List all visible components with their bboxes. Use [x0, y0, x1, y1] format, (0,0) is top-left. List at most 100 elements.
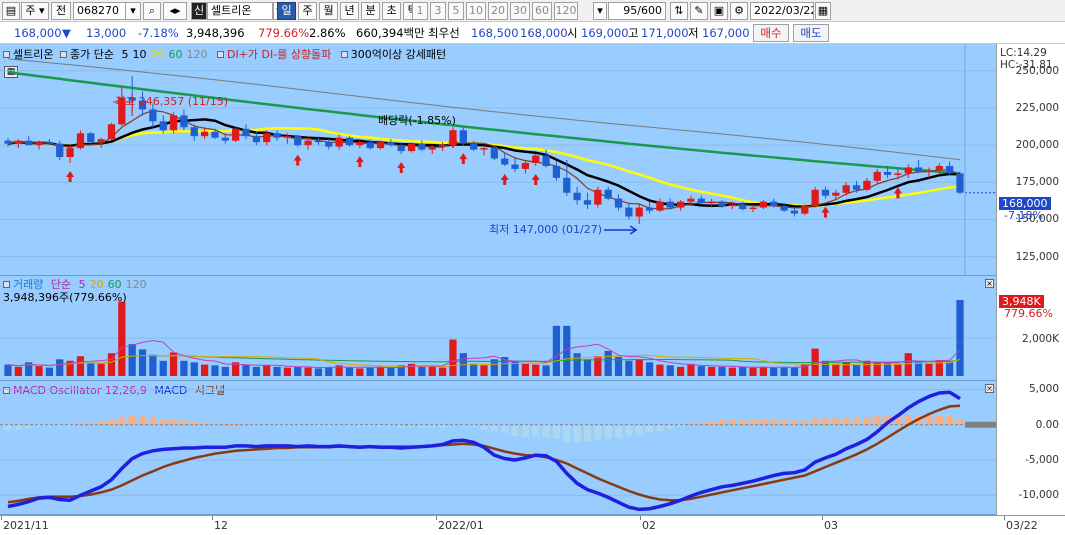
macd-y-tick: -10,000 — [1018, 489, 1059, 502]
volume-bar — [604, 350, 612, 376]
draw-icon[interactable]: ✎ — [690, 2, 708, 20]
candle-body — [169, 115, 178, 131]
price-y-tick: 250,000 — [1015, 64, 1059, 77]
macd-osc-bar — [138, 416, 147, 425]
volume-bar — [345, 367, 354, 376]
candle-body — [366, 142, 374, 149]
minute-button-7[interactable]: 120 — [554, 2, 578, 20]
x-axis-label: 2022/01 — [438, 519, 484, 532]
volume-bar — [76, 356, 85, 376]
low-annotation: 최저 147,000 (01/27) — [489, 223, 603, 236]
volume-bar — [728, 367, 736, 376]
candle-body — [314, 140, 323, 143]
x-axis-label: 02 — [642, 519, 656, 532]
volume-bar — [635, 359, 643, 376]
chart-menu-icon[interactable]: ▤ — [2, 2, 20, 20]
candle-body — [325, 142, 333, 147]
candle-body — [263, 133, 271, 143]
macd-osc-bar — [852, 417, 861, 425]
prev-button[interactable]: 전 — [51, 2, 71, 20]
candle-body — [159, 121, 167, 131]
minute-button-6[interactable]: 60 — [532, 2, 552, 20]
candle-body — [97, 139, 105, 143]
mode-select[interactable]: 주 ▾ — [21, 2, 49, 20]
stock-name[interactable]: 셀트리온 — [207, 2, 273, 20]
volume-bar — [904, 353, 912, 376]
macd-osc-bar — [718, 419, 726, 425]
volume-bar — [87, 363, 95, 376]
buy-button[interactable]: 매수 — [753, 24, 789, 42]
minute-button-5[interactable]: 30 — [510, 2, 530, 20]
macd-osc-bar — [832, 418, 840, 425]
candle-body — [842, 185, 850, 193]
period-tab-1[interactable]: 주 — [298, 2, 317, 20]
save-icon[interactable]: ▣ — [710, 2, 728, 20]
minute-button-2[interactable]: 5 — [448, 2, 464, 20]
volume-panel[interactable]: 거래량 단순 5 20 60 120 3,948,396주(779.66%) × — [0, 276, 996, 381]
macd-osc-bar — [552, 424, 561, 439]
volume-bar — [759, 366, 768, 376]
volume-bar — [138, 349, 147, 376]
macd-osc-bar — [614, 424, 623, 439]
candle-body — [438, 145, 447, 147]
macd-osc-bar — [821, 418, 830, 425]
macd-osc-bar — [573, 424, 581, 443]
period-tab-3[interactable]: 년 — [340, 2, 359, 20]
macd-osc-bar — [759, 419, 768, 425]
volume-bar — [314, 368, 323, 376]
candle-body — [645, 207, 654, 211]
candle-body — [759, 201, 768, 208]
calendar-icon[interactable]: ▦ — [815, 2, 831, 20]
volume-bar — [925, 363, 933, 376]
period-tab-2[interactable]: 월 — [319, 2, 338, 20]
volume-bar — [521, 363, 530, 376]
direction-icon: ▼ — [62, 26, 71, 40]
macd-y-tick: -5,000 — [1025, 453, 1059, 466]
candle-body — [708, 201, 716, 204]
mode-label: 주 — [25, 4, 36, 17]
signal-up-arrow — [531, 173, 540, 185]
gear-icon[interactable]: ⚙ — [730, 2, 748, 20]
x-axis-label: 2021/11 — [3, 519, 49, 532]
volume-bar — [242, 364, 250, 376]
high-annotation: 최고 246,357 (11/15) — [115, 95, 229, 108]
volume-bar — [273, 366, 281, 376]
volume-bar — [180, 360, 188, 376]
macd-osc-bar — [739, 419, 747, 425]
macd-osc-bar — [956, 419, 964, 425]
minute-button-3[interactable]: 10 — [466, 2, 486, 20]
minute-button-4[interactable]: 20 — [488, 2, 508, 20]
sell-button[interactable]: 매도 — [793, 24, 829, 42]
candle-body — [521, 162, 530, 169]
period-tab-4[interactable]: 분 — [361, 2, 380, 20]
x-axis-tick — [436, 516, 437, 520]
period-tab-0[interactable]: 일 — [277, 2, 296, 20]
macd-panel[interactable]: MACD Oscillator 12,26,9 MACD 시그널 × — [0, 381, 996, 515]
candle-body — [749, 207, 757, 210]
candle-body — [294, 136, 302, 146]
candle-body — [180, 115, 188, 128]
macd-osc-bar — [159, 419, 167, 425]
speaker-icon[interactable]: ◂▸ — [163, 2, 187, 20]
count-input[interactable]: 95/600 — [608, 2, 666, 20]
price-panel[interactable]: 셀트리온 종가 단순 5 10 20 60 120 DI+가 DI-를 상향돌파 300… — [0, 44, 996, 276]
candle-body — [718, 201, 726, 207]
volume-bar — [749, 367, 757, 376]
macd-osc-bar — [180, 420, 188, 425]
candle-body — [232, 128, 240, 141]
minute-button-1[interactable]: 3 — [430, 2, 446, 20]
minute-dropdown-icon[interactable]: ▾ — [593, 2, 607, 20]
period-tab-5[interactable]: 초 — [382, 2, 401, 20]
volume-bar — [552, 325, 561, 376]
macd-osc-bar — [790, 420, 799, 425]
date-input[interactable]: 2022/03/22 — [750, 2, 814, 20]
search-icon[interactable]: ⌕ — [143, 2, 161, 20]
macd-osc-bar — [666, 424, 674, 429]
minute-button-0[interactable]: 1 — [412, 2, 428, 20]
macd-osc-bar — [935, 415, 943, 425]
indicator-icon[interactable]: ⇅ — [670, 2, 688, 20]
dropdown-icon[interactable]: ▾ — [125, 2, 141, 20]
candle-body — [511, 164, 519, 169]
volume-bar — [790, 367, 799, 376]
macd-osc-bar — [604, 424, 612, 439]
